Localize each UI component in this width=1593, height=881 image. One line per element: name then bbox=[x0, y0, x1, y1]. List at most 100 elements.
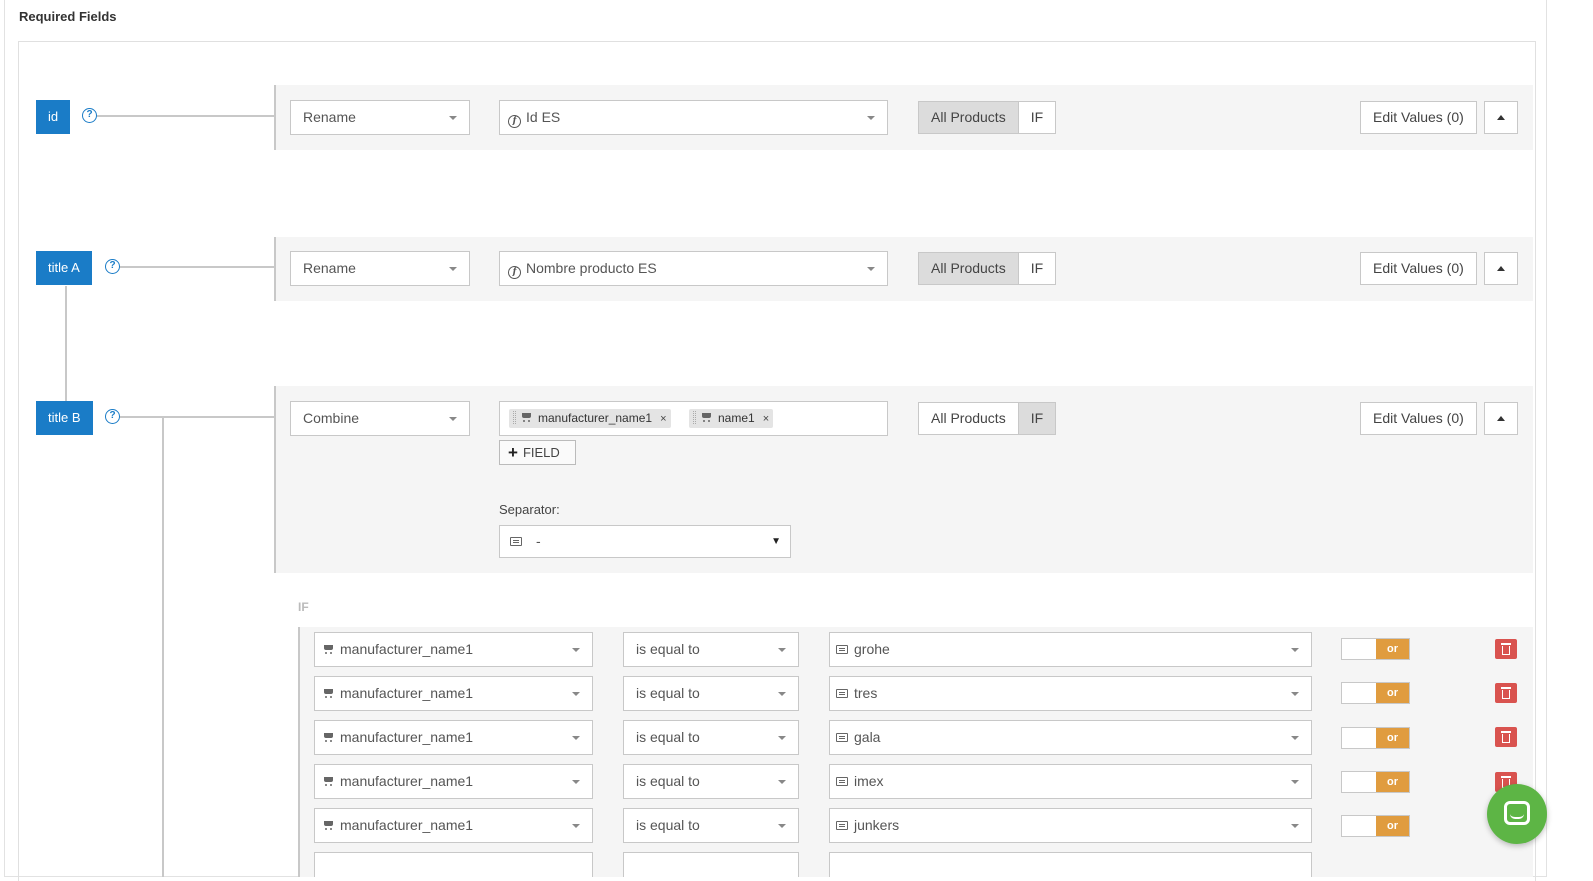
condition-operator-value: is equal to bbox=[636, 729, 700, 745]
chat-launcher-button[interactable] bbox=[1487, 784, 1547, 844]
and-or-toggle[interactable]: or bbox=[1341, 638, 1410, 660]
if-button[interactable]: IF bbox=[1018, 101, 1057, 134]
delete-condition-button[interactable] bbox=[1495, 639, 1517, 659]
chevron-down-icon bbox=[572, 648, 580, 652]
operation-select-value: Rename bbox=[303, 109, 356, 125]
condition-field-value: manufacturer_name1 bbox=[340, 817, 474, 833]
and-or-toggle[interactable]: or bbox=[1341, 727, 1410, 749]
chat-icon bbox=[1504, 801, 1530, 825]
condition-operator-value: is equal to bbox=[636, 817, 700, 833]
and-or-toggle[interactable]: or bbox=[1341, 682, 1410, 704]
condition-value-select[interactable]: gala bbox=[829, 720, 1312, 755]
condition-value-select[interactable]: grohe bbox=[829, 632, 1312, 667]
cart-icon bbox=[520, 412, 532, 423]
condition-value-select[interactable]: imex bbox=[829, 764, 1312, 799]
chevron-down-icon bbox=[867, 116, 875, 120]
keyboard-icon bbox=[836, 689, 848, 698]
condition-operator-value: is equal to bbox=[636, 641, 700, 657]
condition-value: gala bbox=[854, 729, 881, 745]
field-tag-title-b: title B bbox=[36, 401, 93, 435]
field-chip[interactable]: manufacturer_name1 × bbox=[509, 409, 671, 428]
if-button[interactable]: IF bbox=[1018, 402, 1057, 435]
condition-field-select[interactable] bbox=[314, 852, 593, 877]
condition-value-select[interactable]: junkers bbox=[829, 808, 1312, 843]
chevron-down-icon bbox=[572, 780, 580, 784]
condition-operator-select[interactable] bbox=[623, 852, 799, 877]
edit-values-button[interactable]: Edit Values (0) bbox=[1360, 402, 1477, 435]
trash-icon bbox=[1501, 776, 1511, 778]
and-or-toggle[interactable]: or bbox=[1341, 815, 1410, 837]
condition-field-select[interactable]: manufacturer_name1 bbox=[314, 632, 593, 667]
cart-icon bbox=[322, 644, 334, 655]
chevron-down-icon bbox=[572, 736, 580, 740]
condition-value-select[interactable]: tres bbox=[829, 676, 1312, 711]
function-icon: f bbox=[508, 115, 521, 128]
chevron-down-icon bbox=[1291, 824, 1299, 828]
if-button[interactable]: IF bbox=[1018, 252, 1057, 285]
chevron-down-icon bbox=[778, 692, 786, 696]
condition-value-select[interactable] bbox=[829, 852, 1312, 877]
condition-operator-select[interactable]: is equal to bbox=[623, 764, 799, 799]
field-chip[interactable]: name1 × bbox=[689, 409, 774, 429]
or-toggle-label: or bbox=[1376, 639, 1409, 659]
condition-operator-select[interactable]: is equal to bbox=[623, 676, 799, 711]
condition-field-select[interactable]: manufacturer_name1 bbox=[314, 764, 593, 799]
edit-values-button[interactable]: Edit Values (0) bbox=[1360, 101, 1477, 134]
add-field-button[interactable]: + FIELD bbox=[499, 440, 576, 465]
trash-icon bbox=[1501, 643, 1511, 645]
chevron-up-icon bbox=[1497, 115, 1505, 120]
combine-fields-input[interactable]: manufacturer_name1 × name1 × bbox=[499, 401, 888, 436]
condition-operator-value: is equal to bbox=[636, 685, 700, 701]
condition-operator-select[interactable]: is equal to bbox=[623, 808, 799, 843]
remove-chip-button[interactable]: × bbox=[660, 410, 666, 429]
operation-select-value: Rename bbox=[303, 260, 356, 276]
keyboard-icon bbox=[836, 733, 848, 742]
delete-condition-button[interactable] bbox=[1495, 683, 1517, 703]
edit-values-button[interactable]: Edit Values (0) bbox=[1360, 252, 1477, 285]
condition-value: junkers bbox=[854, 817, 900, 833]
collapse-button[interactable] bbox=[1484, 101, 1518, 134]
condition-field-value: manufacturer_name1 bbox=[340, 641, 474, 657]
and-or-toggle[interactable]: or bbox=[1341, 771, 1410, 793]
all-products-button[interactable]: All Products bbox=[918, 252, 1019, 285]
condition-field-select[interactable]: manufacturer_name1 bbox=[314, 720, 593, 755]
remove-chip-button[interactable]: × bbox=[763, 410, 769, 429]
field-tag-id: id bbox=[36, 100, 71, 134]
or-toggle-label: or bbox=[1376, 728, 1409, 748]
condition-field-value: manufacturer_name1 bbox=[340, 773, 474, 789]
operation-select[interactable]: Combine bbox=[290, 401, 470, 436]
help-icon[interactable]: ? bbox=[105, 409, 120, 424]
delete-condition-button[interactable] bbox=[1495, 727, 1517, 747]
collapse-button[interactable] bbox=[1484, 252, 1518, 285]
all-products-button[interactable]: All Products bbox=[918, 402, 1019, 435]
condition-field-value: manufacturer_name1 bbox=[340, 685, 474, 701]
source-field-value: Id ES bbox=[526, 109, 561, 125]
chevron-up-icon bbox=[1497, 266, 1505, 271]
separator-select[interactable]: - ▼ bbox=[499, 525, 791, 558]
trash-icon bbox=[1501, 731, 1511, 733]
source-field-select[interactable]: f Nombre producto ES bbox=[499, 251, 888, 286]
condition-operator-select[interactable]: is equal to bbox=[623, 720, 799, 755]
scope-toggle: All Products IF bbox=[918, 252, 1057, 285]
all-products-button[interactable]: All Products bbox=[918, 101, 1019, 134]
operation-select[interactable]: Rename bbox=[290, 100, 470, 135]
if-section-label: IF bbox=[298, 600, 309, 614]
drag-handle-icon[interactable] bbox=[693, 411, 696, 424]
drag-handle-icon[interactable] bbox=[513, 411, 516, 424]
section-title: Required Fields bbox=[19, 9, 117, 24]
field-chip-label: name1 bbox=[718, 411, 755, 425]
condition-field-select[interactable]: manufacturer_name1 bbox=[314, 676, 593, 711]
collapse-button[interactable] bbox=[1484, 402, 1518, 435]
source-field-select[interactable]: f Id ES bbox=[499, 100, 888, 135]
condition-field-select[interactable]: manufacturer_name1 bbox=[314, 808, 593, 843]
connector-line bbox=[65, 286, 67, 401]
operation-select[interactable]: Rename bbox=[290, 251, 470, 286]
help-icon[interactable]: ? bbox=[105, 259, 120, 274]
condition-value: grohe bbox=[854, 641, 890, 657]
plus-icon: + bbox=[508, 443, 518, 462]
chevron-down-icon bbox=[1291, 780, 1299, 784]
help-icon[interactable]: ? bbox=[82, 108, 97, 123]
keyboard-icon bbox=[510, 537, 522, 546]
add-field-label: FIELD bbox=[522, 445, 560, 460]
condition-operator-select[interactable]: is equal to bbox=[623, 632, 799, 667]
